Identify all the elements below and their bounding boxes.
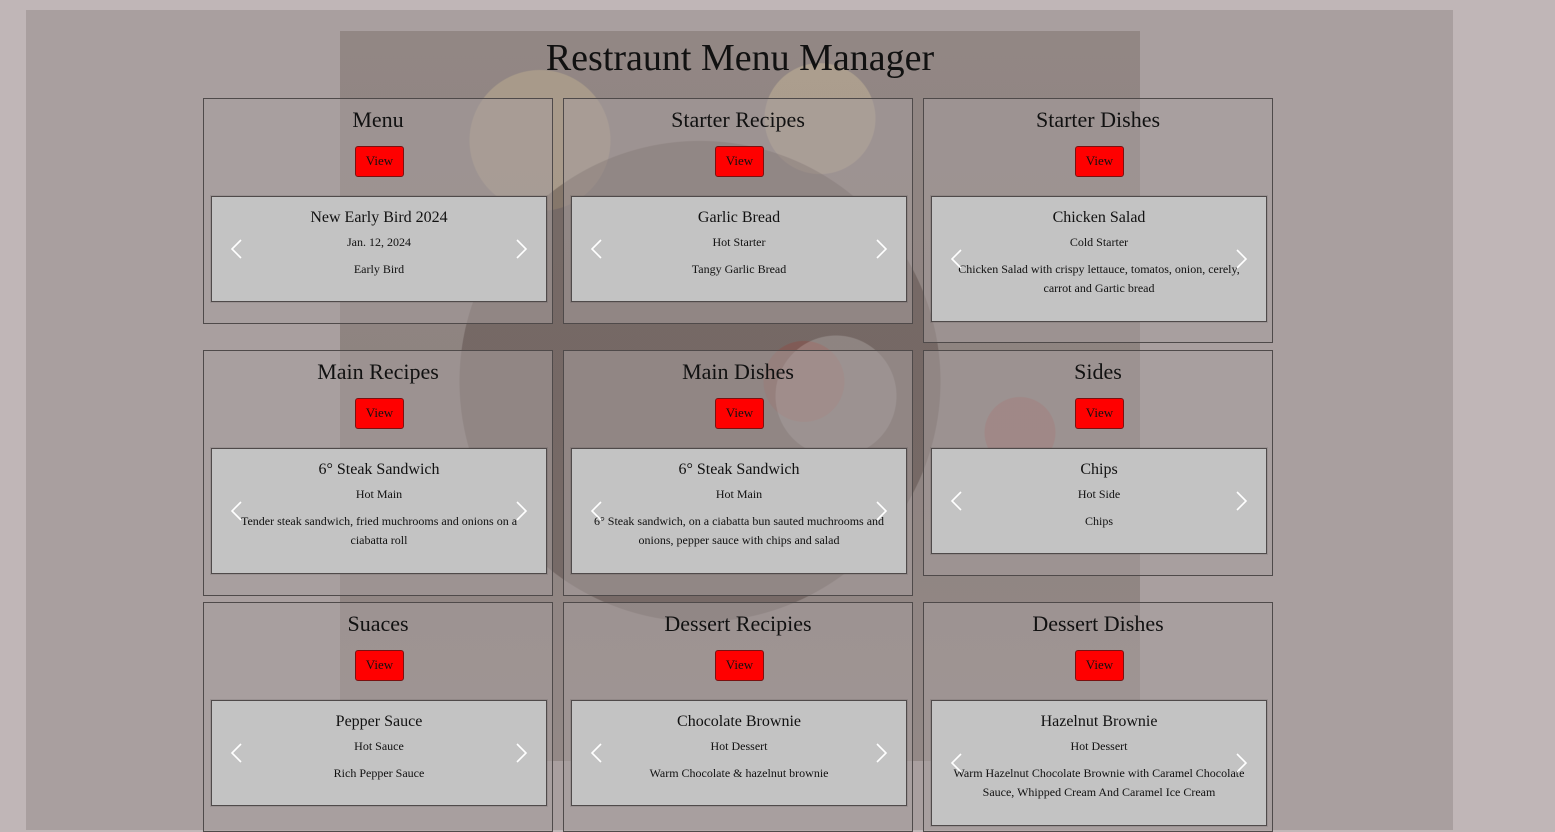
item-name: Chicken Salad xyxy=(1052,209,1146,226)
chevron-right-icon[interactable] xyxy=(872,742,890,764)
item-subtitle: Hot Dessert xyxy=(710,739,768,753)
card-starter-dishes: Starter Dishes View Chicken Salad Cold S… xyxy=(923,98,1273,343)
item-subtitle: Jan. 12, 2024 xyxy=(347,235,411,249)
card-dessert-dishes: Dessert Dishes View Hazelnut Brownie Hot… xyxy=(923,602,1273,832)
item-description: Tender steak sandwich, fried muchrooms a… xyxy=(240,514,518,547)
chevron-left-icon[interactable] xyxy=(228,742,246,764)
item-name: 6° Steak Sandwich xyxy=(678,461,800,478)
item-name: Hazelnut Brownie xyxy=(1040,713,1158,730)
card-title: Suaces xyxy=(347,611,409,636)
chevron-left-icon[interactable] xyxy=(588,742,606,764)
view-button[interactable]: View xyxy=(715,398,764,429)
chevron-left-icon[interactable] xyxy=(948,248,966,270)
item-description: 6° Steak sandwich, on a ciabatta bun sau… xyxy=(593,514,885,547)
item-subtitle: Hot Dessert xyxy=(1070,739,1128,753)
view-button[interactable]: View xyxy=(355,650,404,681)
carousel: New Early Bird 2024 Jan. 12, 2024 Early … xyxy=(211,196,547,302)
item-subtitle: Hot Side xyxy=(1077,487,1121,501)
card-starter-recipes: Starter Recipes View Garlic Bread Hot St… xyxy=(563,98,913,324)
view-button[interactable]: View xyxy=(715,650,764,681)
carousel: Hazelnut Brownie Hot Dessert Warm Hazeln… xyxy=(931,700,1267,826)
chevron-right-icon[interactable] xyxy=(1232,752,1250,774)
chevron-right-icon[interactable] xyxy=(872,500,890,522)
card-title: Starter Dishes xyxy=(1035,107,1161,132)
item-subtitle: Cold Starter xyxy=(1069,235,1129,249)
card-sauces: Suaces View Pepper Sauce Hot Sauce Rich … xyxy=(203,602,553,832)
card-title: Sides xyxy=(1074,359,1122,384)
view-button[interactable]: View xyxy=(1075,146,1124,177)
page-title: Restraunt Menu Manager xyxy=(545,37,935,79)
item-name: Pepper Sauce xyxy=(335,713,423,730)
chevron-right-icon[interactable] xyxy=(512,238,530,260)
carousel: 6° Steak Sandwich Hot Main Tender steak … xyxy=(211,448,547,574)
view-button[interactable]: View xyxy=(355,398,404,429)
chevron-right-icon[interactable] xyxy=(872,238,890,260)
item-description: Chicken Salad with crispy lettauce, toma… xyxy=(958,262,1240,295)
carousel: Chocolate Brownie Hot Dessert Warm Choco… xyxy=(571,700,907,806)
view-button[interactable]: View xyxy=(355,146,404,177)
item-description: Warm Hazelnut Chocolate Brownie with Car… xyxy=(953,766,1245,799)
chevron-right-icon[interactable] xyxy=(512,500,530,522)
card-main-recipes: Main Recipes View 6° Steak Sandwich Hot … xyxy=(203,350,553,596)
item-name: Garlic Bread xyxy=(697,209,781,226)
item-name: New Early Bird 2024 xyxy=(310,209,448,226)
chevron-right-icon[interactable] xyxy=(512,742,530,764)
card-title: Dessert Dishes xyxy=(1032,611,1164,636)
card-title: Main Dishes xyxy=(682,359,794,384)
card-title: Menu xyxy=(352,107,404,132)
carousel: 6° Steak Sandwich Hot Main 6° Steak sand… xyxy=(571,448,907,574)
item-description: Warm Chocolate & hazelnut brownie xyxy=(649,766,829,780)
item-description: Chips xyxy=(1084,514,1113,528)
card-dessert-recipes: Dessert Recipies View Chocolate Brownie … xyxy=(563,602,913,832)
item-subtitle: Hot Sauce xyxy=(354,739,404,753)
carousel: Pepper Sauce Hot Sauce Rich Pepper Sauce xyxy=(211,700,547,806)
item-description: Early Bird xyxy=(353,262,405,276)
item-name: Chips xyxy=(1080,461,1118,478)
chevron-left-icon[interactable] xyxy=(948,752,966,774)
view-button[interactable]: View xyxy=(1075,398,1124,429)
item-subtitle: Hot Main xyxy=(715,487,763,501)
carousel: Chicken Salad Cold Starter Chicken Salad… xyxy=(931,196,1267,322)
card-main-dishes: Main Dishes View 6° Steak Sandwich Hot M… xyxy=(563,350,913,596)
card-title: Dessert Recipies xyxy=(664,611,812,636)
chevron-right-icon[interactable] xyxy=(1232,248,1250,270)
chevron-left-icon[interactable] xyxy=(948,490,966,512)
chevron-left-icon[interactable] xyxy=(588,238,606,260)
item-description: Rich Pepper Sauce xyxy=(333,766,425,780)
item-subtitle: Hot Starter xyxy=(712,235,766,249)
item-subtitle: Hot Main xyxy=(355,487,403,501)
card-title: Starter Recipes xyxy=(671,107,805,132)
chevron-left-icon[interactable] xyxy=(228,500,246,522)
card-title: Main Recipes xyxy=(317,359,439,384)
item-name: 6° Steak Sandwich xyxy=(318,461,440,478)
carousel: Garlic Bread Hot Starter Tangy Garlic Br… xyxy=(571,196,907,302)
view-button[interactable]: View xyxy=(1075,650,1124,681)
item-name: Chocolate Brownie xyxy=(677,713,801,730)
chevron-right-icon[interactable] xyxy=(1232,490,1250,512)
item-description: Tangy Garlic Bread xyxy=(691,262,787,276)
chevron-left-icon[interactable] xyxy=(588,500,606,522)
carousel: Chips Hot Side Chips xyxy=(931,448,1267,554)
chevron-left-icon[interactable] xyxy=(228,238,246,260)
view-button[interactable]: View xyxy=(715,146,764,177)
card-menu: Menu View New Early Bird 2024 Jan. 12, 2… xyxy=(203,98,553,324)
card-sides: Sides View Chips Hot Side Chips xyxy=(923,350,1273,576)
